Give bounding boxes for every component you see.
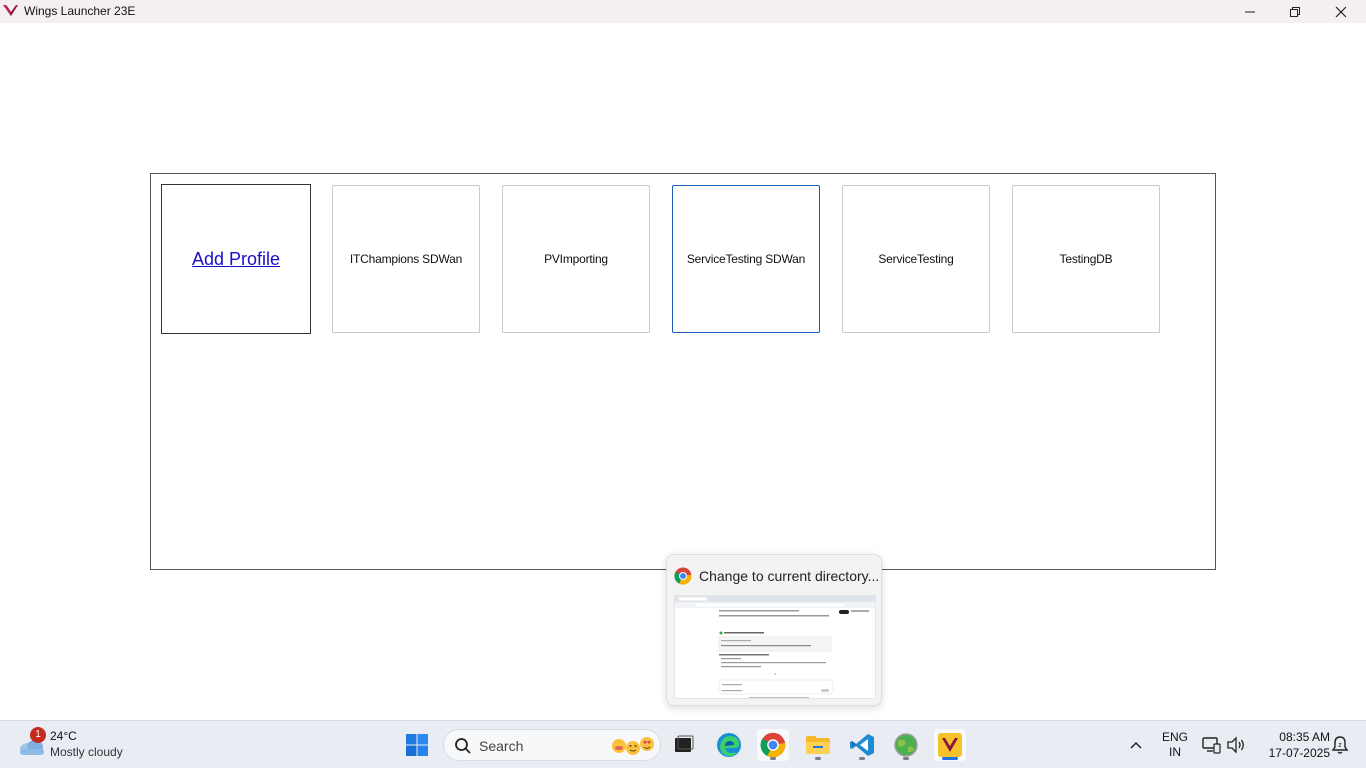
globe-app-taskbar-button[interactable]	[890, 729, 922, 761]
wings-app-icon	[3, 5, 18, 16]
weather-condition: Mostly cloudy	[50, 745, 123, 759]
notification-bell-icon[interactable]: z	[1331, 735, 1349, 755]
running-indicator	[903, 757, 909, 760]
add-profile-link[interactable]: Add Profile	[192, 249, 280, 270]
profile-label: ITChampions SDWan	[349, 252, 463, 266]
minimize-button[interactable]	[1227, 0, 1273, 23]
file-explorer-taskbar-button[interactable]	[802, 729, 834, 761]
svg-text:z: z	[1338, 742, 1342, 749]
notification-badge: 1	[30, 727, 46, 743]
restore-icon	[1290, 6, 1300, 17]
preview-title: Change to current directory...	[699, 568, 880, 584]
language-code: ENG	[1161, 730, 1188, 744]
edge-taskbar-button[interactable]	[713, 729, 745, 761]
running-indicator	[859, 757, 865, 760]
profile-tile-testingdb[interactable]: TestingDB	[1012, 185, 1160, 333]
profile-tile-servicetesting-sdwan[interactable]: ServiceTesting SDWan	[672, 185, 820, 333]
clock-time: 08:35 AM	[1279, 730, 1330, 744]
thumbnail-image	[675, 596, 875, 698]
globe-app-icon	[894, 733, 918, 757]
close-icon	[1335, 6, 1347, 17]
weather-widget[interactable]: 1 24°C Mostly cloudy	[16, 727, 166, 763]
chrome-taskbar-button[interactable]	[757, 729, 789, 761]
chrome-icon	[760, 732, 786, 758]
minimize-icon	[1245, 11, 1255, 12]
task-view-button[interactable]	[668, 729, 700, 761]
active-indicator	[942, 757, 958, 760]
system-clock[interactable]: 08:35 AM 17-07-2025	[1252, 729, 1330, 761]
running-indicator	[770, 757, 776, 760]
add-profile-tile[interactable]: Add Profile	[161, 184, 311, 334]
weather-temperature: 24°C	[50, 729, 77, 743]
profile-label: TestingDB	[1059, 252, 1113, 266]
wings-launcher-icon	[938, 733, 962, 757]
language-region: IN	[1169, 745, 1181, 759]
profile-tile-pvimporting[interactable]: PVImporting	[502, 185, 650, 333]
profile-label: ServiceTesting SDWan	[686, 252, 806, 266]
profile-label: PVImporting	[544, 252, 608, 266]
taskbar-search[interactable]: Search	[443, 729, 661, 761]
start-button[interactable]	[401, 729, 433, 761]
profile-tile-servicetesting[interactable]: ServiceTesting	[842, 185, 990, 333]
language-indicator[interactable]: ENG IN	[1160, 730, 1190, 760]
clock-date: 17-07-2025	[1268, 746, 1330, 760]
profile-label: ServiceTesting	[878, 252, 954, 266]
chevron-up-icon[interactable]	[1126, 735, 1146, 755]
volume-icon[interactable]	[1226, 735, 1246, 755]
restore-button[interactable]	[1272, 0, 1318, 23]
title-bar: Wings Launcher 23E	[0, 0, 1366, 23]
folder-icon	[806, 736, 830, 754]
emoji-highlight-icon	[612, 737, 654, 755]
vscode-taskbar-button[interactable]	[846, 729, 878, 761]
close-button[interactable]	[1318, 0, 1364, 23]
task-view-icon	[675, 735, 694, 752]
vscode-icon	[850, 734, 874, 756]
search-placeholder: Search	[479, 738, 524, 754]
wings-launcher-taskbar-button[interactable]	[934, 729, 966, 761]
taskbar: 1 24°C Mostly cloudy Search ENG IN 08:35…	[0, 720, 1366, 768]
search-icon	[455, 738, 471, 754]
preview-thumbnail	[674, 595, 876, 699]
windows-start-icon	[406, 734, 428, 756]
chrome-window-preview[interactable]: Change to current directory...	[666, 554, 882, 706]
profile-tile-itchampions-sdwan[interactable]: ITChampions SDWan	[332, 185, 480, 333]
edge-icon	[717, 733, 741, 757]
chrome-icon	[674, 567, 692, 585]
network-icon[interactable]	[1201, 735, 1221, 755]
window-title: Wings Launcher 23E	[24, 4, 136, 18]
profiles-panel: Add Profile ITChampions SDWan PVImportin…	[150, 173, 1216, 570]
running-indicator	[815, 757, 821, 760]
